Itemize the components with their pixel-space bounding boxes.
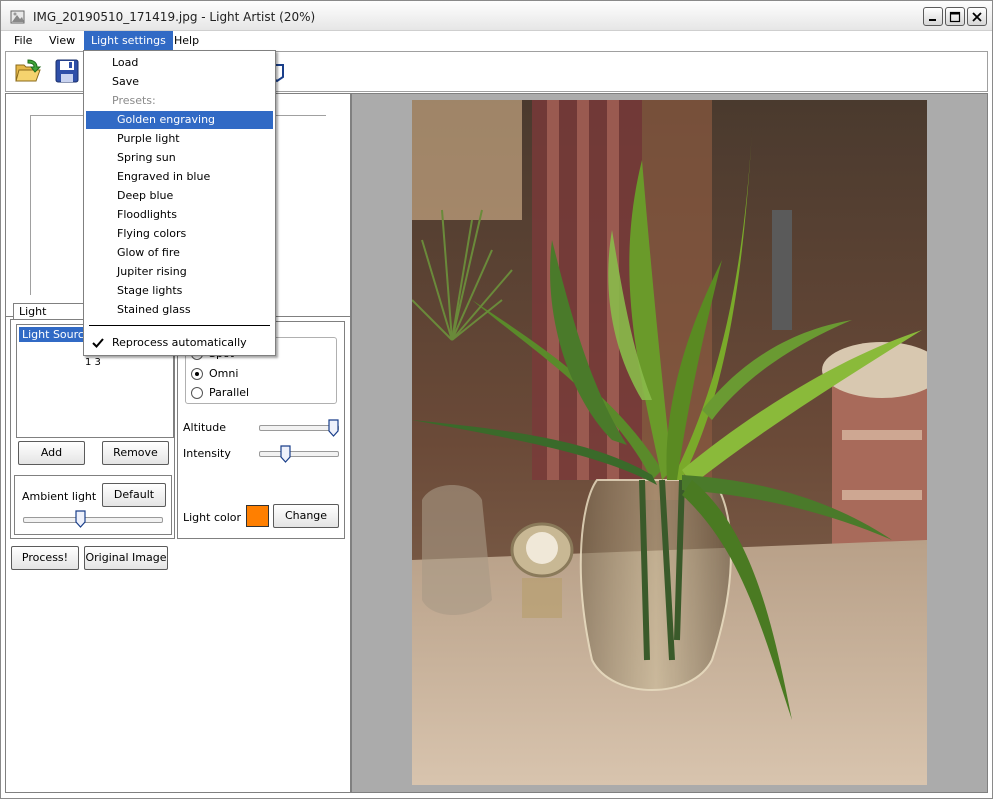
title-bar[interactable]: IMG_20190510_171419.jpg - Light Artist (… <box>1 1 992 31</box>
menu-light-settings[interactable]: Light settings <box>84 31 173 50</box>
remove-light-button[interactable]: Remove <box>102 441 169 465</box>
close-button[interactable] <box>967 7 987 26</box>
app-window: IMG_20190510_171419.jpg - Light Artist (… <box>0 0 993 799</box>
presets-header: Presets: <box>112 94 156 107</box>
preset-deep-blue[interactable]: Deep blue <box>86 187 273 205</box>
altitude-slider-track[interactable] <box>259 425 339 431</box>
menu-view[interactable]: View <box>42 31 82 50</box>
menu-file[interactable]: File <box>7 31 39 50</box>
preset-golden-engraving[interactable]: Golden engraving <box>86 111 273 129</box>
change-color-button[interactable]: Change <box>273 504 339 528</box>
ambient-light-label: Ambient light <box>22 490 97 503</box>
radio-selected-dot <box>195 372 199 376</box>
radio-parallel[interactable]: Parallel <box>191 386 341 402</box>
altitude-slider-thumb[interactable] <box>328 419 339 437</box>
radio-parallel-label: Parallel <box>209 386 250 399</box>
intensity-slider-track[interactable] <box>259 451 339 457</box>
light-settings-dropdown: Load Save Presets: Golden engraving Purp… <box>83 50 276 356</box>
menu-bar: File View Light settings Help <box>1 31 992 50</box>
altitude-label: Altitude <box>183 421 226 434</box>
menu-separator <box>89 325 270 326</box>
checkmark-icon <box>92 338 104 348</box>
intensity-slider-thumb[interactable] <box>280 445 291 463</box>
intensity-label: Intensity <box>183 447 231 460</box>
minimize-icon <box>929 19 936 21</box>
preset-jupiter-rising[interactable]: Jupiter rising <box>86 263 273 281</box>
preset-floodlights[interactable]: Floodlights <box>86 206 273 224</box>
menu-save-label: Save <box>112 75 140 88</box>
process-button[interactable]: Process! <box>11 546 79 570</box>
ambient-slider-thumb[interactable] <box>74 510 86 528</box>
preset-stained-glass[interactable]: Stained glass <box>86 301 273 319</box>
image-canvas[interactable] <box>351 93 988 793</box>
menu-reprocess-label: Reprocess automatically <box>112 336 247 349</box>
menu-save[interactable]: Save <box>86 73 273 91</box>
default-ambient-button[interactable]: Default <box>102 483 166 507</box>
original-image-button[interactable]: Original Image <box>84 546 168 570</box>
radio-omni-label: Omni <box>209 367 239 380</box>
menu-load[interactable]: Load <box>86 54 273 72</box>
close-icon <box>972 12 982 22</box>
open-folder-icon[interactable] <box>14 57 42 85</box>
radio-omni[interactable]: Omni <box>191 367 341 383</box>
list-item-partial: 1 3 <box>85 357 101 368</box>
preset-spring-sun[interactable]: Spring sun <box>86 149 273 167</box>
window-title: IMG_20190510_171419.jpg - Light Artist (… <box>33 10 316 24</box>
ambient-slider-track[interactable] <box>23 517 163 523</box>
menu-reprocess-automatically[interactable]: Reprocess automatically <box>86 334 273 352</box>
maximize-button[interactable] <box>945 7 965 26</box>
preset-flying-colors[interactable]: Flying colors <box>86 225 273 243</box>
menu-help[interactable]: Help <box>167 31 206 50</box>
menu-load-label: Load <box>112 56 139 69</box>
tab-light-sources[interactable]: Light sources <box>13 303 93 333</box>
add-light-button[interactable]: Add <box>18 441 85 465</box>
preset-glow-of-fire[interactable]: Glow of fire <box>86 244 273 262</box>
processed-photo <box>412 100 927 785</box>
preset-engraved-in-blue[interactable]: Engraved in blue <box>86 168 273 186</box>
maximize-icon <box>949 11 961 23</box>
light-color-swatch[interactable] <box>246 505 269 527</box>
save-disk-icon[interactable] <box>53 57 81 85</box>
app-icon <box>10 10 25 24</box>
preset-stage-lights[interactable]: Stage lights <box>86 282 273 300</box>
minimize-button[interactable] <box>923 7 943 26</box>
light-color-label: Light color <box>183 511 242 524</box>
preset-purple-light[interactable]: Purple light <box>86 130 273 148</box>
